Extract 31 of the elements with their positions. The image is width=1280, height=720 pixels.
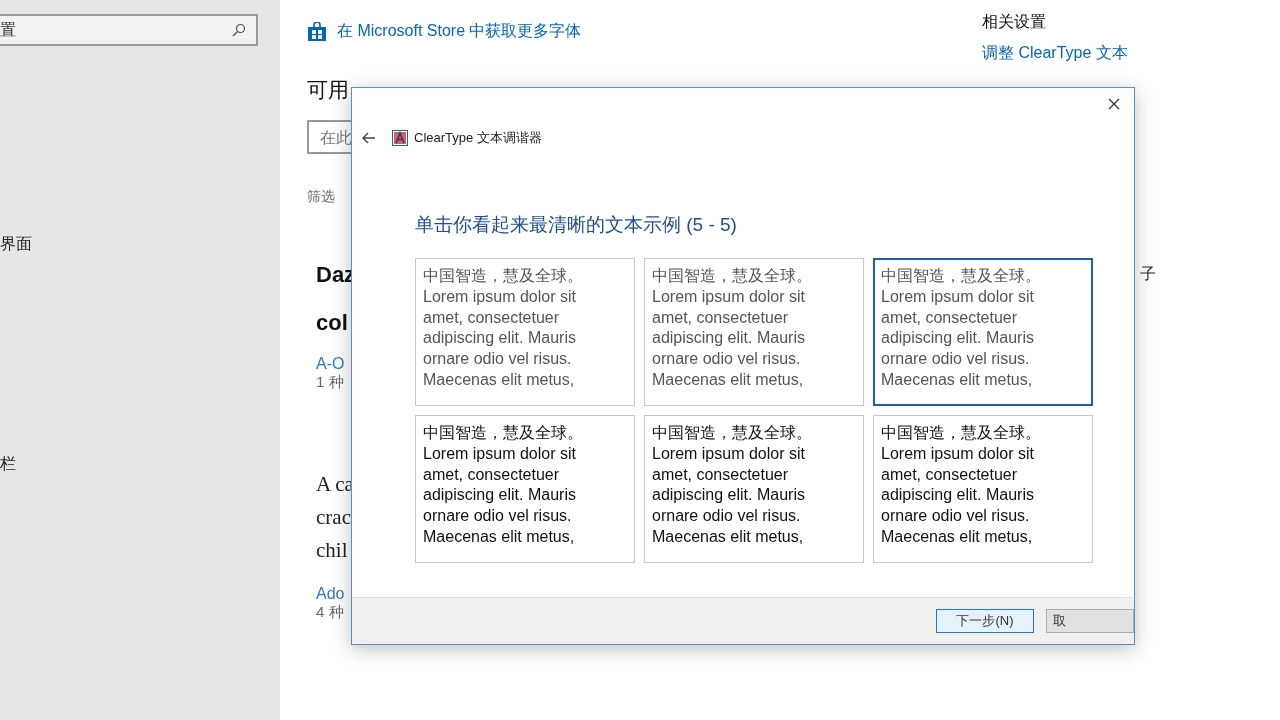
text-sample-option[interactable]: 中国智造，慧及全球。 Lorem ipsum dolor sit amet, consectetuer adipiscing elit. Mauris ornare odio vel risus. Maecenas elit metus, bbox=[873, 258, 1093, 406]
font-link[interactable]: Ado bbox=[316, 585, 345, 603]
section-heading: 可用 bbox=[307, 77, 349, 103]
store-link[interactable]: 在 Microsoft Store 中获取更多字体 bbox=[307, 21, 582, 42]
back-arrow-icon[interactable] bbox=[362, 132, 376, 144]
instruction-heading: 单击你看起来最清晰的文本示例 (5 - 5) bbox=[415, 213, 738, 237]
filter-label: 筛选 bbox=[307, 188, 335, 206]
font-name: col bbox=[316, 309, 348, 337]
font-preview-text: chil bbox=[316, 537, 348, 564]
close-icon bbox=[1108, 98, 1120, 110]
cancel-button[interactable]: 取 bbox=[1046, 609, 1134, 633]
text-sample-option[interactable]: 中国智造，慧及全球。 Lorem ipsum dolor sit amet, consectetuer adipiscing elit. Mauris ornare odio vel risus. Maecenas elit metus, bbox=[415, 415, 635, 563]
cleartype-link[interactable]: 调整 ClearType 文本 bbox=[982, 43, 1156, 64]
text-sample-option[interactable]: 中国智造，慧及全球。 Lorem ipsum dolor sit amet, consectetuer adipiscing elit. Mauris ornare odio vel risus. Maecenas elit metus, bbox=[873, 415, 1093, 563]
related-settings-title: 相关设置 bbox=[982, 12, 1047, 32]
next-button[interactable]: 下一步(N) bbox=[936, 609, 1034, 633]
font-preview-text: crac bbox=[316, 504, 351, 531]
shopping-bag-icon bbox=[307, 21, 327, 42]
description-text: 子 bbox=[1140, 264, 1156, 284]
sidebar-item[interactable]: 栏 bbox=[0, 452, 280, 476]
font-link[interactable]: A-O bbox=[316, 355, 345, 373]
text-sample-option[interactable]: 中国智造，慧及全球。 Lorem ipsum dolor sit amet, consectetuer adipiscing elit. Mauris ornare odio vel risus. Maecenas elit metus, bbox=[415, 258, 635, 406]
dialog-title: ClearType 文本调谐器 bbox=[414, 129, 542, 147]
search-icon bbox=[232, 23, 246, 37]
font-count: 1 种 bbox=[316, 373, 344, 392]
text-sample-option[interactable]: 中国智造，慧及全球。 Lorem ipsum dolor sit amet, consectetuer adipiscing elit. Mauris ornare odio vel risus. Maecenas elit metus, bbox=[644, 258, 864, 406]
font-count: 4 种 bbox=[316, 603, 344, 622]
text-sample-option[interactable]: 中国智造，慧及全球。 Lorem ipsum dolor sit amet, consectetuer adipiscing elit. Mauris ornare odio vel risus. Maecenas elit metus, bbox=[644, 415, 864, 563]
search-field[interactable]: 置 bbox=[0, 14, 258, 46]
app-icon bbox=[392, 130, 408, 146]
sidebar-item[interactable]: 界面 bbox=[0, 232, 280, 256]
